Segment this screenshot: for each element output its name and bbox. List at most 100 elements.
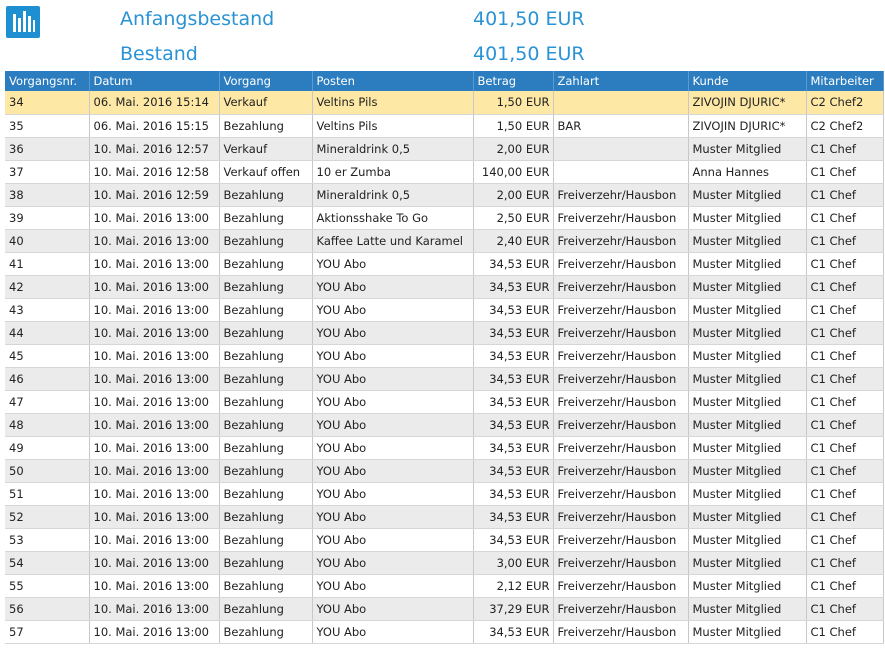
col-betrag-cell: 2,00 EUR — [473, 183, 554, 207]
bar-chart-icon[interactable] — [6, 6, 40, 38]
table-row[interactable]: 48 10. Mai. 2016 13:00 Bezahlung YOU Abo 34,… — [5, 413, 884, 437]
table-row[interactable]: 35 06. Mai. 2016 15:15 Bezahlung Veltins Pi… — [5, 114, 884, 138]
col-posten-cell: YOU Abo — [312, 298, 474, 322]
table-row[interactable]: 41 10. Mai. 2016 13:00 Bezahlung YOU Abo 34,… — [5, 252, 884, 276]
col-posten-cell: Aktionsshake To Go — [312, 206, 474, 230]
header-mitarbeiter[interactable]: Mitarbeiter — [806, 71, 884, 91]
table-row[interactable]: 43 10. Mai. 2016 13:00 Bezahlung YOU Abo 34,… — [5, 298, 884, 322]
table-row[interactable]: 52 10. Mai. 2016 13:00 Bezahlung YOU Abo 34,… — [5, 505, 884, 529]
col-posten-cell: YOU Abo — [312, 367, 474, 391]
col-mitarbeiter-cell: C1 Chef — [806, 367, 884, 391]
col-kunde-cell: ZIVOJIN DJURIC* — [688, 114, 807, 138]
table-row[interactable]: 51 10. Mai. 2016 13:00 Bezahlung YOU Abo 34,… — [5, 482, 884, 506]
col-zahlart-cell: Freiverzehr/Hausbon — [553, 597, 689, 621]
header-posten[interactable]: Posten — [312, 71, 474, 91]
table-row[interactable]: 40 10. Mai. 2016 13:00 Bezahlung Kaffee Lat… — [5, 229, 884, 253]
col-vorgang-cell: Bezahlung — [219, 321, 313, 345]
col-vorgang-cell: Bezahlung — [219, 298, 313, 322]
col-datum-cell: 10. Mai. 2016 13:00 — [89, 206, 220, 230]
balance-value: 401,50 EUR — [473, 43, 585, 65]
balance-label: Bestand — [120, 43, 198, 65]
col-mitarbeiter-cell: C1 Chef — [806, 252, 884, 276]
col-betrag-cell: 34,53 EUR — [473, 275, 554, 299]
col-vorgangsnr-cell: 44 — [5, 321, 90, 345]
table-row[interactable]: 38 10. Mai. 2016 12:59 Bezahlung Mineraldri… — [5, 183, 884, 207]
col-betrag-cell: 1,50 EUR — [473, 91, 554, 115]
table-row[interactable]: 34 06. Mai. 2016 15:14 Verkauf Veltins Pils… — [5, 91, 884, 115]
table-row[interactable]: 44 10. Mai. 2016 13:00 Bezahlung YOU Abo 34,… — [5, 321, 884, 345]
col-betrag-cell: 34,53 EUR — [473, 344, 554, 368]
col-datum-cell: 10. Mai. 2016 13:00 — [89, 459, 220, 483]
header-kunde[interactable]: Kunde — [688, 71, 807, 91]
col-vorgang-cell: Bezahlung — [219, 551, 313, 575]
col-mitarbeiter-cell: C1 Chef — [806, 505, 884, 529]
header-datum[interactable]: Datum — [89, 71, 220, 91]
col-zahlart-cell: Freiverzehr/Hausbon — [553, 252, 689, 276]
table-row[interactable]: 55 10. Mai. 2016 13:00 Bezahlung YOU Abo 2,1… — [5, 574, 884, 598]
col-datum-cell: 10. Mai. 2016 13:00 — [89, 390, 220, 414]
header-vorgangsnr[interactable]: Vorgangsnr. — [5, 71, 90, 91]
col-vorgang-cell: Bezahlung — [219, 413, 313, 437]
col-kunde-cell: Muster Mitglied — [688, 505, 807, 529]
table-row[interactable]: 36 10. Mai. 2016 12:57 Verkauf Mineraldrink… — [5, 137, 884, 161]
col-vorgangsnr-cell: 36 — [5, 137, 90, 161]
col-posten-cell: YOU Abo — [312, 436, 474, 460]
col-betrag-cell: 37,29 EUR — [473, 597, 554, 621]
col-kunde-cell: Muster Mitglied — [688, 482, 807, 506]
col-mitarbeiter-cell: C1 Chef — [806, 183, 884, 207]
col-betrag-cell: 1,50 EUR — [473, 114, 554, 138]
table-row[interactable]: 50 10. Mai. 2016 13:00 Bezahlung YOU Abo 34,… — [5, 459, 884, 483]
col-vorgang-cell: Verkauf — [219, 91, 313, 115]
col-betrag-cell: 34,53 EUR — [473, 321, 554, 345]
col-kunde-cell: Muster Mitglied — [688, 137, 807, 161]
col-betrag-cell: 34,53 EUR — [473, 298, 554, 322]
col-zahlart-cell: Freiverzehr/Hausbon — [553, 482, 689, 506]
col-mitarbeiter-cell: C1 Chef — [806, 206, 884, 230]
col-mitarbeiter-cell: C1 Chef — [806, 574, 884, 598]
col-betrag-cell: 34,53 EUR — [473, 505, 554, 529]
col-vorgangsnr-cell: 48 — [5, 413, 90, 437]
col-mitarbeiter-cell: C2 Chef2 — [806, 91, 884, 115]
col-vorgangsnr-cell: 40 — [5, 229, 90, 253]
col-kunde-cell: Muster Mitglied — [688, 597, 807, 621]
col-posten-cell: Veltins Pils — [312, 114, 474, 138]
header-vorgang[interactable]: Vorgang — [219, 71, 313, 91]
col-kunde-cell: Muster Mitglied — [688, 551, 807, 575]
table-row[interactable]: 57 10. Mai. 2016 13:00 Bezahlung YOU Abo 34,… — [5, 620, 884, 644]
col-betrag-cell: 34,53 EUR — [473, 528, 554, 552]
col-betrag-cell: 34,53 EUR — [473, 482, 554, 506]
col-vorgangsnr-cell: 41 — [5, 252, 90, 276]
col-datum-cell: 10. Mai. 2016 13:00 — [89, 482, 220, 506]
col-betrag-cell: 3,00 EUR — [473, 551, 554, 575]
table-row[interactable]: 46 10. Mai. 2016 13:00 Bezahlung YOU Abo 34,… — [5, 367, 884, 391]
col-kunde-cell: Muster Mitglied — [688, 620, 807, 644]
table-row[interactable]: 49 10. Mai. 2016 13:00 Bezahlung YOU Abo 34,… — [5, 436, 884, 460]
col-datum-cell: 06. Mai. 2016 15:15 — [89, 114, 220, 138]
col-datum-cell: 06. Mai. 2016 15:14 — [89, 91, 220, 115]
header-betrag[interactable]: Betrag — [473, 71, 554, 91]
col-vorgang-cell: Bezahlung — [219, 367, 313, 391]
table-row[interactable]: 53 10. Mai. 2016 13:00 Bezahlung YOU Abo 34,… — [5, 528, 884, 552]
table-row[interactable]: 47 10. Mai. 2016 13:00 Bezahlung YOU Abo 34,… — [5, 390, 884, 414]
table-row[interactable]: 54 10. Mai. 2016 13:00 Bezahlung YOU Abo 3,0… — [5, 551, 884, 575]
col-mitarbeiter-cell: C1 Chef — [806, 597, 884, 621]
col-vorgangsnr-cell: 54 — [5, 551, 90, 575]
col-vorgang-cell: Bezahlung — [219, 436, 313, 460]
table-row[interactable]: 37 10. Mai. 2016 12:58 Verkauf offen 10 er … — [5, 160, 884, 184]
col-vorgang-cell: Bezahlung — [219, 183, 313, 207]
table-row[interactable]: 56 10. Mai. 2016 13:00 Bezahlung YOU Abo 37,… — [5, 597, 884, 621]
table-row[interactable]: 42 10. Mai. 2016 13:00 Bezahlung YOU Abo 34,… — [5, 275, 884, 299]
col-mitarbeiter-cell: C1 Chef — [806, 229, 884, 253]
col-kunde-cell: Muster Mitglied — [688, 367, 807, 391]
col-zahlart-cell: Freiverzehr/Hausbon — [553, 367, 689, 391]
opening-balance-value: 401,50 EUR — [473, 8, 585, 30]
col-vorgang-cell: Bezahlung — [219, 206, 313, 230]
table-row[interactable]: 45 10. Mai. 2016 13:00 Bezahlung YOU Abo 34,… — [5, 344, 884, 368]
header-zahlart[interactable]: Zahlart — [553, 71, 689, 91]
col-datum-cell: 10. Mai. 2016 13:00 — [89, 597, 220, 621]
col-mitarbeiter-cell: C1 Chef — [806, 436, 884, 460]
col-posten-cell: YOU Abo — [312, 459, 474, 483]
col-vorgang-cell: Bezahlung — [219, 620, 313, 644]
table-row[interactable]: 39 10. Mai. 2016 13:00 Bezahlung Aktionssha… — [5, 206, 884, 230]
col-betrag-cell: 140,00 EUR — [473, 160, 554, 184]
